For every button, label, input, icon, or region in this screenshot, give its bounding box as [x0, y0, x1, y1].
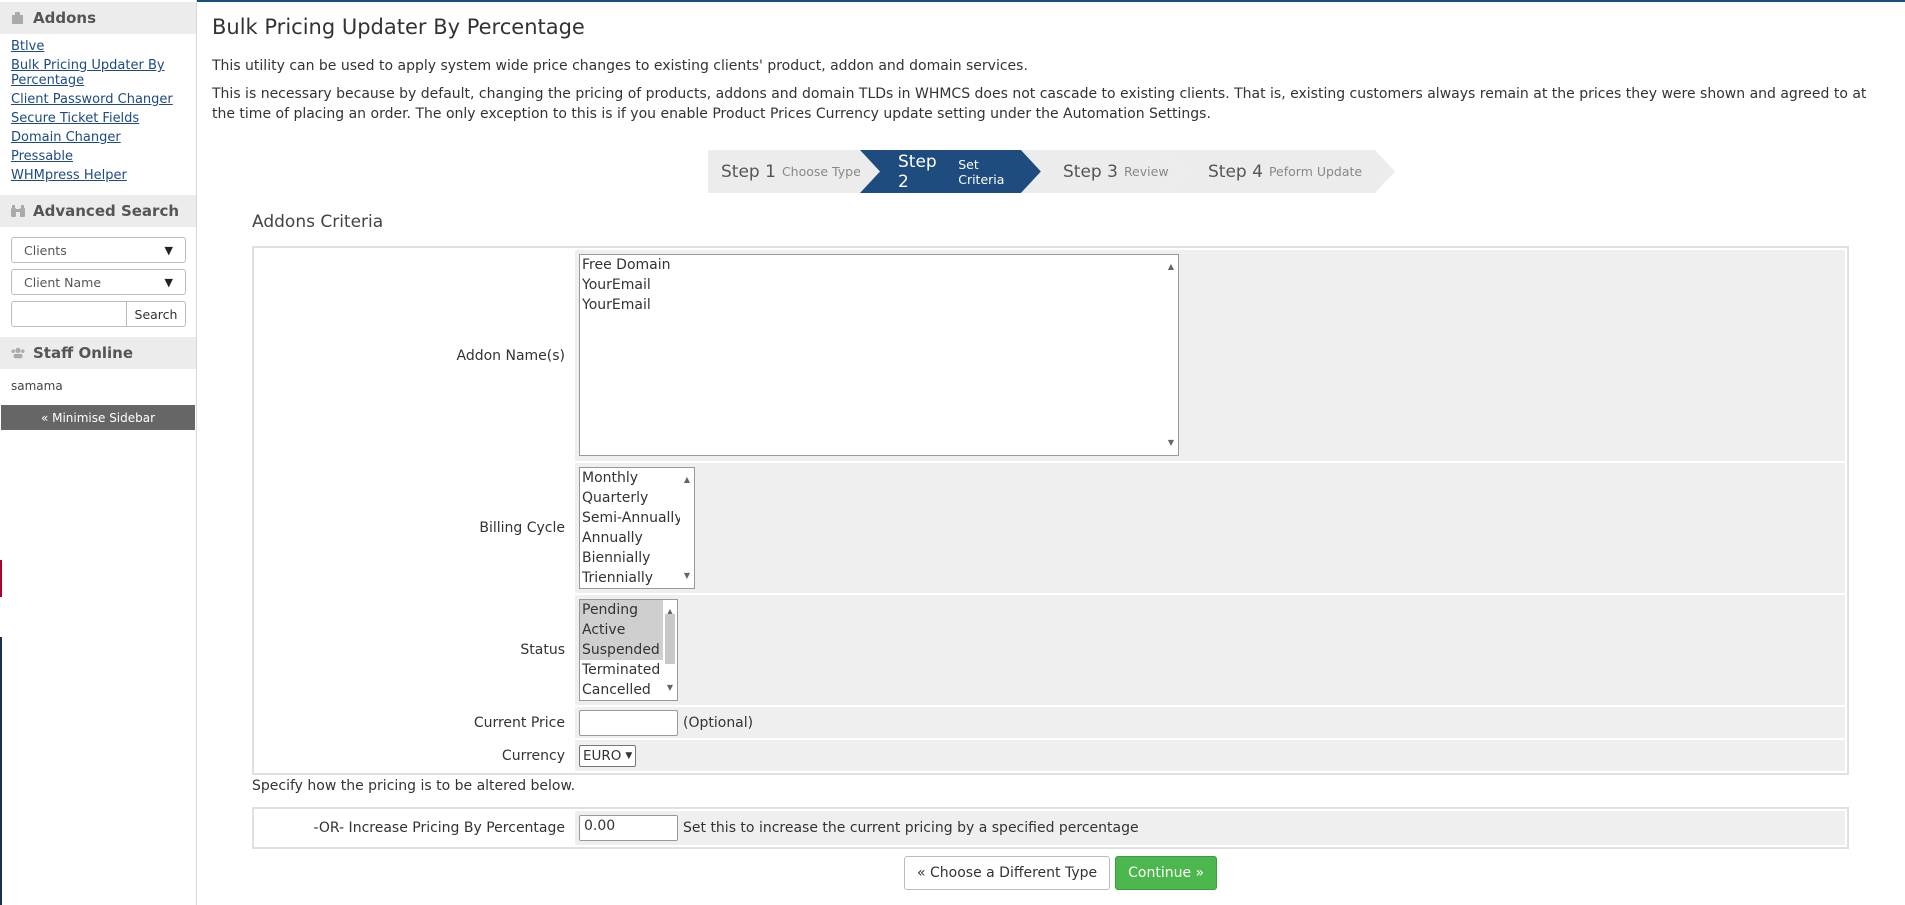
addon-option[interactable]: YourEmail	[580, 275, 1178, 295]
status-option-selected[interactable]: Suspended	[580, 640, 663, 660]
status-option-selected[interactable]: Pending	[580, 600, 663, 620]
billing-option[interactable]: Annually	[580, 528, 694, 548]
addon-option[interactable]: Free Domain	[580, 255, 1178, 275]
step-3-label: Review	[1123, 164, 1169, 179]
addon-name-listbox[interactable]: Free Domain YourEmail YourEmail ▲ ▼	[579, 254, 1179, 456]
addons-panel-title: Addons	[33, 9, 96, 27]
addon-option[interactable]: YourEmail	[580, 295, 1178, 315]
edge-marker	[0, 560, 2, 597]
scroll-up-icon[interactable]: ▲	[680, 470, 694, 490]
sidebar: Addons Btlve Bulk Pricing Updater By Per…	[0, 0, 197, 905]
search-button[interactable]: Search	[127, 301, 186, 327]
page-title: Bulk Pricing Updater By Percentage	[212, 15, 585, 39]
increase-label: -OR- Increase Pricing By Percentage	[256, 811, 575, 845]
billing-cycle-row: Billing Cycle Monthly Quarterly Semi-Ann…	[256, 463, 1845, 593]
scroll-down-icon[interactable]: ▼	[663, 678, 677, 698]
staff-online-title: Staff Online	[33, 344, 134, 362]
status-option-selected[interactable]: Active	[580, 620, 663, 640]
chevron-down-icon: ▼	[625, 750, 633, 761]
addons-panel-header: Addons	[0, 2, 196, 34]
current-price-input[interactable]	[579, 709, 678, 736]
alter-form: -OR- Increase Pricing By Percentage 0.00…	[252, 807, 1849, 849]
continue-button[interactable]: Continue »	[1115, 856, 1218, 890]
step-1-number: Step 1	[721, 161, 776, 182]
addon-link-whmpress-helper[interactable]: WHMpress Helper	[11, 168, 185, 183]
chevron-down-icon: ▼	[164, 243, 173, 257]
staff-name: samama	[11, 379, 63, 393]
addon-name-row: Addon Name(s) Free Domain YourEmail Your…	[256, 250, 1845, 461]
search-field-select[interactable]: Client Name ▼	[11, 269, 186, 295]
billing-option[interactable]: Semi-Annually	[580, 508, 694, 528]
billing-option[interactable]: Triennially	[580, 568, 694, 588]
addon-link-secure-ticket-fields[interactable]: Secure Ticket Fields	[11, 111, 185, 126]
main-content: Bulk Pricing Updater By Percentage This …	[212, 0, 1892, 905]
listbox-scrollbar[interactable]: ▲ ▼	[680, 468, 694, 588]
intro-detail-text: This is necessary because by default, ch…	[212, 86, 1867, 122]
step-1[interactable]: Step 1 Choose Type	[721, 150, 861, 193]
staff-online-header: Staff Online	[0, 337, 196, 369]
intro-text: This utility can be used to apply system…	[212, 58, 1028, 74]
advanced-search-header: Advanced Search	[0, 195, 196, 227]
users-icon	[11, 346, 25, 360]
search-field-value: Client Name	[24, 274, 102, 290]
increase-percentage-input[interactable]: 0.00	[579, 815, 678, 841]
current-price-note: (Optional)	[683, 714, 754, 731]
addon-name-label: Addon Name(s)	[256, 250, 575, 461]
current-price-row: Current Price (Optional)	[256, 707, 1845, 738]
step-4-number: Step 4	[1208, 161, 1263, 182]
step-2-number: Step 2	[898, 151, 937, 192]
billing-option[interactable]: Biennially	[580, 548, 694, 568]
puzzle-icon	[11, 11, 25, 25]
choose-different-type-button[interactable]: « Choose a Different Type	[904, 856, 1111, 890]
criteria-title: Addons Criteria	[252, 212, 384, 232]
addon-link-client-password-changer[interactable]: Client Password Changer	[11, 92, 185, 107]
step-2-label: Set Criteria	[958, 156, 1005, 187]
listbox-scrollbar[interactable]: ▲ ▼	[1164, 255, 1178, 455]
search-row: Search	[11, 301, 186, 327]
scroll-down-icon[interactable]: ▼	[680, 566, 694, 586]
step-3[interactable]: Step 3 Review	[1063, 150, 1173, 193]
advanced-search-title: Advanced Search	[33, 202, 180, 220]
currency-row: Currency EURO ▼	[256, 740, 1845, 771]
listbox-scrollbar[interactable]: ▲ ▼	[663, 600, 677, 700]
current-price-label: Current Price	[256, 707, 575, 738]
addon-link-pressable[interactable]: Pressable	[11, 149, 185, 164]
currency-select[interactable]: EURO ▼	[579, 744, 637, 767]
billing-cycle-label: Billing Cycle	[256, 463, 575, 593]
status-listbox[interactable]: Pending Active Suspended Terminated Canc…	[579, 599, 678, 701]
chevron-down-icon: ▼	[164, 275, 173, 289]
scrollbar-thumb[interactable]	[665, 614, 675, 664]
status-label: Status	[256, 595, 575, 705]
currency-value: EURO	[583, 747, 622, 764]
currency-label: Currency	[256, 740, 575, 771]
billing-option[interactable]: Quarterly	[580, 488, 694, 508]
scroll-up-icon[interactable]: ▲	[1164, 257, 1178, 277]
criteria-form: Addon Name(s) Free Domain YourEmail Your…	[252, 246, 1849, 775]
increase-row: -OR- Increase Pricing By Percentage 0.00…	[256, 811, 1845, 845]
step-4[interactable]: Step 4 Peform Update	[1208, 150, 1378, 193]
search-type-value: Clients	[24, 242, 67, 258]
binoculars-icon	[11, 204, 25, 218]
step-4-label: Peform Update	[1268, 164, 1363, 179]
search-input[interactable]	[11, 301, 127, 327]
status-row: Status Pending Active Suspended Terminat…	[256, 595, 1845, 705]
addon-link-bulk-pricing[interactable]: Bulk Pricing Updater By Percentage	[11, 58, 185, 88]
addon-link-btlve[interactable]: Btlve	[11, 39, 185, 54]
billing-option[interactable]: Monthly	[580, 468, 694, 488]
addon-links: Btlve Bulk Pricing Updater By Percentage…	[0, 34, 196, 193]
step-2[interactable]: Step 2 Set Criteria	[898, 150, 1028, 193]
scroll-down-icon[interactable]: ▼	[1164, 433, 1178, 453]
action-buttons: « Choose a Different Type Continue »	[904, 856, 1218, 890]
addon-link-domain-changer[interactable]: Domain Changer	[11, 130, 185, 145]
increase-note: Set this to increase the current pricing…	[683, 820, 1139, 836]
search-type-select[interactable]: Clients ▼	[11, 237, 186, 263]
minimise-sidebar-button[interactable]: « Minimise Sidebar	[1, 405, 195, 430]
edge-bar	[0, 637, 2, 905]
step-1-label: Choose Type	[781, 164, 861, 179]
billing-cycle-listbox[interactable]: Monthly Quarterly Semi-Annually Annually…	[579, 467, 695, 589]
specify-text: Specify how the pricing is to be altered…	[252, 778, 576, 794]
step-3-number: Step 3	[1063, 161, 1118, 182]
